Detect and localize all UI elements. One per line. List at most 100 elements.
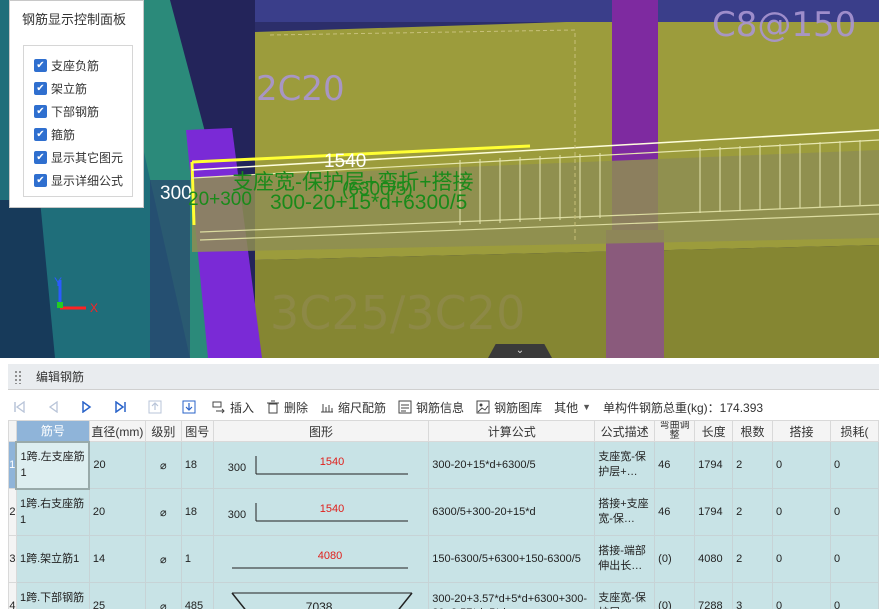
collapse-panel-button[interactable]: ⌄ xyxy=(488,344,552,358)
cell-loss[interactable]: 0 xyxy=(829,582,879,609)
cell-lap[interactable]: 0 xyxy=(772,441,831,489)
checkbox-checked-icon[interactable]: ✔ xyxy=(34,173,47,187)
cell-bar-name[interactable]: 1跨.左支座筋1 xyxy=(15,440,91,490)
cell-length[interactable]: 7288 xyxy=(694,582,734,609)
rebar-3d-viewport[interactable]: 2C20 C8@150 3C25/3C20 1540 300 支座宽-保护层+弯… xyxy=(0,0,879,358)
cell-loss[interactable]: 0 xyxy=(829,488,879,536)
cell-bar-name[interactable]: 1跨.下部钢筋1 xyxy=(15,582,90,609)
cell-bend-adjust[interactable]: (0) xyxy=(654,535,696,583)
checkbox-checked-icon[interactable]: ✔ xyxy=(34,58,47,72)
cell-figure-no[interactable]: 485 xyxy=(180,582,214,609)
move-down-button[interactable] xyxy=(178,396,200,418)
cell-formula[interactable]: 300-20+15*d+6300/5 xyxy=(428,441,596,489)
cell-grade-icon[interactable]: ⌀ xyxy=(144,441,182,489)
cell-bend-adjust[interactable]: (0) xyxy=(654,582,696,609)
option-label: 显示详细公式 xyxy=(51,173,124,188)
col-header-lap[interactable]: 搭接 xyxy=(772,420,831,442)
option-erection-rebar[interactable]: ✔ 架立筋 xyxy=(34,79,87,97)
cell-lap[interactable]: 0 xyxy=(772,582,831,609)
first-record-button[interactable] xyxy=(8,396,30,418)
row-number[interactable]: 2 xyxy=(8,488,17,536)
cell-shape[interactable]: 4080 xyxy=(212,535,430,583)
rebar-label-2c20: 2C20 xyxy=(256,69,345,109)
cell-count[interactable]: 2 xyxy=(732,441,774,489)
row-number[interactable]: 3 xyxy=(8,535,17,583)
option-label: 显示其它图元 xyxy=(51,150,124,165)
checkbox-checked-icon[interactable]: ✔ xyxy=(34,127,47,141)
col-header-loss[interactable]: 损耗( xyxy=(829,420,879,442)
row-number[interactable]: 4 xyxy=(8,582,17,609)
checkbox-checked-icon[interactable]: ✔ xyxy=(34,81,47,95)
cell-grade-icon[interactable]: ⌀ xyxy=(144,488,182,536)
cell-diameter[interactable]: 25 xyxy=(88,582,146,609)
cell-figure-no[interactable]: 18 xyxy=(180,441,214,489)
col-header-diameter[interactable]: 直径(mm) xyxy=(88,420,146,442)
col-header-grade[interactable]: 级别 xyxy=(144,420,182,442)
table-row[interactable]: 4 1跨.下部钢筋1 25 ⌀ 485 7038 xyxy=(8,582,879,609)
option-stirrup[interactable]: ✔ 箍筋 xyxy=(34,125,75,143)
rebar-library-button[interactable]: 钢筋图库 xyxy=(476,399,542,416)
checkbox-checked-icon[interactable]: ✔ xyxy=(34,150,47,164)
cell-length[interactable]: 1794 xyxy=(694,441,734,489)
col-header-count[interactable]: 根数 xyxy=(732,420,774,442)
cell-bar-name[interactable]: 1跨.右支座筋1 xyxy=(15,488,90,536)
shape-left-dim: 300 xyxy=(227,509,247,521)
cell-count[interactable]: 2 xyxy=(732,488,774,536)
next-record-button[interactable] xyxy=(76,396,98,418)
scale-rebar-button[interactable]: 缩尺配筋 xyxy=(320,399,386,416)
cell-lap[interactable]: 0 xyxy=(772,488,831,536)
option-bottom-rebar[interactable]: ✔ 下部钢筋 xyxy=(34,102,99,120)
cell-length[interactable]: 4080 xyxy=(694,535,734,583)
option-show-other-elements[interactable]: ✔ 显示其它图元 xyxy=(34,148,123,166)
cell-lap[interactable]: 0 xyxy=(772,535,831,583)
cell-figure-no[interactable]: 18 xyxy=(180,488,214,536)
cell-loss[interactable]: 0 xyxy=(829,535,879,583)
cell-shape[interactable]: 7038 xyxy=(212,582,430,609)
shape-length-dim: 7038 xyxy=(305,600,333,609)
row-number[interactable]: 1 xyxy=(8,441,17,489)
cell-formula[interactable]: 150-6300/5+6300+150-6300/5 xyxy=(428,535,596,583)
cell-formula[interactable]: 6300/5+300-20+15*d xyxy=(428,488,596,536)
cell-formula-desc[interactable]: 支座宽-保护层+… xyxy=(594,441,656,489)
col-header-figure-no[interactable]: 图号 xyxy=(180,420,214,442)
cell-grade-icon[interactable]: ⌀ xyxy=(144,582,182,609)
col-header-formula[interactable]: 计算公式 xyxy=(428,420,596,442)
delete-button[interactable]: 删除 xyxy=(266,399,308,416)
col-header-bend-adjust[interactable]: 弯曲调整 xyxy=(654,420,696,442)
col-header-shape[interactable]: 图形 xyxy=(212,420,430,442)
drag-grip-icon[interactable] xyxy=(14,369,22,384)
cell-length[interactable]: 1794 xyxy=(694,488,734,536)
last-record-button[interactable] xyxy=(110,396,132,418)
previous-record-button[interactable] xyxy=(42,396,64,418)
cell-formula-desc[interactable]: 支座宽-保护层+… xyxy=(594,582,656,609)
table-row[interactable]: 3 1跨.架立筋1 14 ⌀ 1 4080 150-6300/5+6300+15… xyxy=(8,535,879,583)
cell-bend-adjust[interactable]: 46 xyxy=(654,488,696,536)
cell-formula-desc[interactable]: 搭接-端部伸出长… xyxy=(594,535,656,583)
cell-diameter[interactable]: 20 xyxy=(88,488,146,536)
col-header-bar-number[interactable]: 筋号 xyxy=(15,420,90,442)
cell-formula[interactable]: 300-20+3.57*d+5*d+6300+300-20+3.57*d+5*d xyxy=(428,582,596,609)
table-row[interactable]: 2 1跨.右支座筋1 20 ⌀ 18 300 1540 6300/5+300-2… xyxy=(8,488,879,536)
cell-diameter[interactable]: 20 xyxy=(88,441,146,489)
cell-bar-name[interactable]: 1跨.架立筋1 xyxy=(15,535,90,583)
move-up-button[interactable] xyxy=(144,396,166,418)
table-row[interactable]: 1 1跨.左支座筋1 20 ⌀ 18 300 1540 300-20+15*d+… xyxy=(8,440,879,490)
col-header-length[interactable]: 长度 xyxy=(694,420,734,442)
cell-count[interactable]: 3 xyxy=(732,582,774,609)
cell-shape[interactable]: 300 1540 xyxy=(212,488,430,536)
cell-formula-desc[interactable]: 搭接+支座宽-保… xyxy=(594,488,656,536)
other-menu-button[interactable]: 其他 ▼ xyxy=(554,399,591,416)
checkbox-checked-icon[interactable]: ✔ xyxy=(34,104,47,118)
cell-bend-adjust[interactable]: 46 xyxy=(654,441,696,489)
cell-shape[interactable]: 300 1540 xyxy=(212,441,430,489)
cell-diameter[interactable]: 14 xyxy=(88,535,146,583)
cell-count[interactable]: 2 xyxy=(732,535,774,583)
rebar-info-button[interactable]: 钢筋信息 xyxy=(398,399,464,416)
col-header-formula-desc[interactable]: 公式描述 xyxy=(594,420,656,442)
cell-loss[interactable]: 0 xyxy=(829,441,879,489)
cell-grade-icon[interactable]: ⌀ xyxy=(144,535,182,583)
cell-figure-no[interactable]: 1 xyxy=(180,535,214,583)
insert-button[interactable]: 插入 xyxy=(212,399,254,416)
option-support-negative-rebar[interactable]: ✔ 支座负筋 xyxy=(34,56,99,74)
option-show-detailed-formula[interactable]: ✔ 显示详细公式 xyxy=(34,171,123,189)
